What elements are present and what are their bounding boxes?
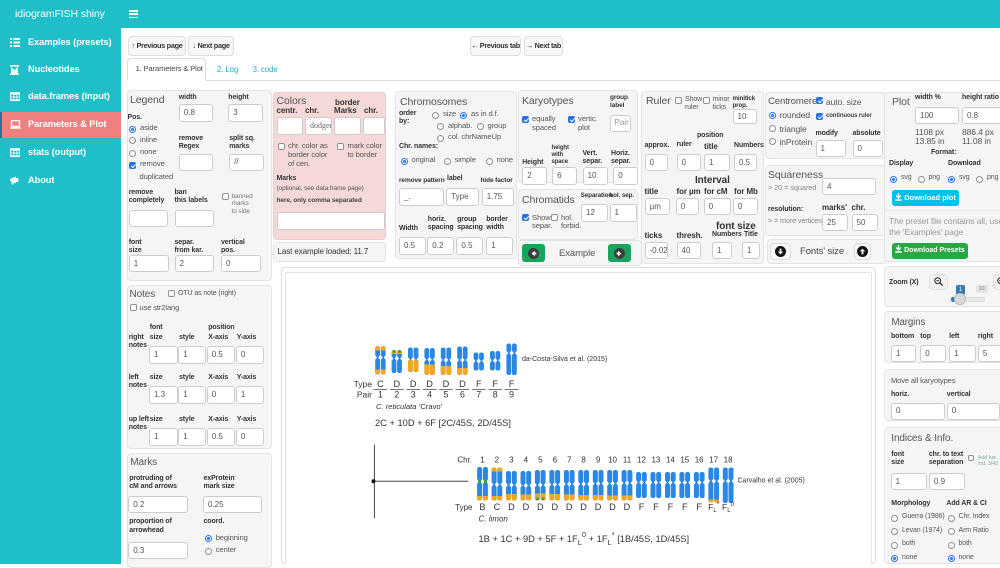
svg-text:2: 2 — [495, 456, 500, 465]
svg-text:D: D — [459, 379, 466, 389]
svg-text:12: 12 — [637, 456, 646, 465]
svg-text:F: F — [476, 379, 482, 389]
svg-text:16: 16 — [695, 456, 704, 465]
svg-text:F: F — [668, 502, 674, 512]
svg-text:D: D — [443, 379, 450, 389]
svg-text:2: 2 — [394, 390, 399, 400]
svg-text:10: 10 — [608, 456, 617, 465]
svg-text:5: 5 — [538, 456, 543, 465]
svg-text:C: C — [494, 502, 501, 512]
svg-text:7: 7 — [476, 390, 481, 400]
svg-text:9: 9 — [596, 456, 601, 465]
svg-text:F: F — [696, 502, 702, 512]
svg-text:Type: Type — [455, 503, 473, 512]
svg-text:F: F — [492, 379, 498, 389]
svg-text:D: D — [537, 502, 544, 512]
svg-text:2C + 10D + 6F [2C/45S, 2D/45S]: 2C + 10D + 6F [2C/45S, 2D/45S] — [375, 418, 511, 428]
svg-text:da-Costa-Silva et al. (2015): da-Costa-Silva et al. (2015) — [522, 356, 607, 363]
svg-text:1: 1 — [480, 456, 485, 465]
svg-text:F: F — [639, 502, 645, 512]
svg-text:D: D — [624, 502, 631, 512]
svg-text:1B + 1C + 9D + 5F + 1FL0 + 1FL: 1B + 1C + 9D + 5F + 1FL0 + 1FL* [1B/45S,… — [479, 530, 690, 547]
svg-text:D: D — [508, 502, 515, 512]
svg-text:F: F — [653, 502, 659, 512]
svg-text:Pair: Pair — [357, 390, 372, 400]
svg-text:C: C — [377, 379, 384, 389]
svg-text:3: 3 — [509, 456, 514, 465]
svg-text:13: 13 — [651, 456, 660, 465]
svg-text:FL0: FL0 — [722, 501, 735, 514]
svg-text:17: 17 — [709, 456, 718, 465]
svg-text:4: 4 — [524, 456, 529, 465]
svg-text:8: 8 — [581, 456, 586, 465]
svg-text:11: 11 — [623, 456, 632, 465]
svg-text:F: F — [682, 502, 688, 512]
svg-text:Type: Type — [354, 379, 373, 389]
svg-text:D: D — [410, 379, 417, 389]
svg-text:6: 6 — [553, 456, 558, 465]
svg-text:Chr.: Chr. — [457, 456, 472, 465]
svg-text:7: 7 — [567, 456, 572, 465]
svg-text:4: 4 — [427, 390, 432, 400]
svg-text:D: D — [609, 502, 616, 512]
svg-text:D: D — [566, 502, 573, 512]
svg-text:F: F — [509, 379, 515, 389]
svg-text:C. limon: C. limon — [479, 515, 509, 524]
svg-text:Carvalho et al. (2005): Carvalho et al. (2005) — [738, 478, 805, 485]
svg-text:D: D — [393, 379, 400, 389]
svg-text:D: D — [551, 502, 558, 512]
svg-text:D: D — [580, 502, 587, 512]
svg-text:9: 9 — [509, 390, 514, 400]
svg-text:5: 5 — [444, 390, 449, 400]
svg-text:18: 18 — [724, 456, 733, 465]
svg-text:15: 15 — [680, 456, 689, 465]
svg-text:B: B — [479, 502, 485, 512]
svg-text:6: 6 — [460, 390, 465, 400]
svg-text:3: 3 — [411, 390, 416, 400]
svg-text:D: D — [523, 502, 530, 512]
svg-text:8: 8 — [493, 390, 498, 400]
svg-text:D: D — [426, 379, 433, 389]
svg-text:1: 1 — [378, 390, 383, 400]
svg-text:FL*: FL* — [708, 501, 720, 514]
svg-text:C. reticulata ‘Cravo’: C. reticulata ‘Cravo’ — [376, 402, 443, 411]
svg-text:D: D — [595, 502, 602, 512]
svg-text:14: 14 — [666, 456, 675, 465]
